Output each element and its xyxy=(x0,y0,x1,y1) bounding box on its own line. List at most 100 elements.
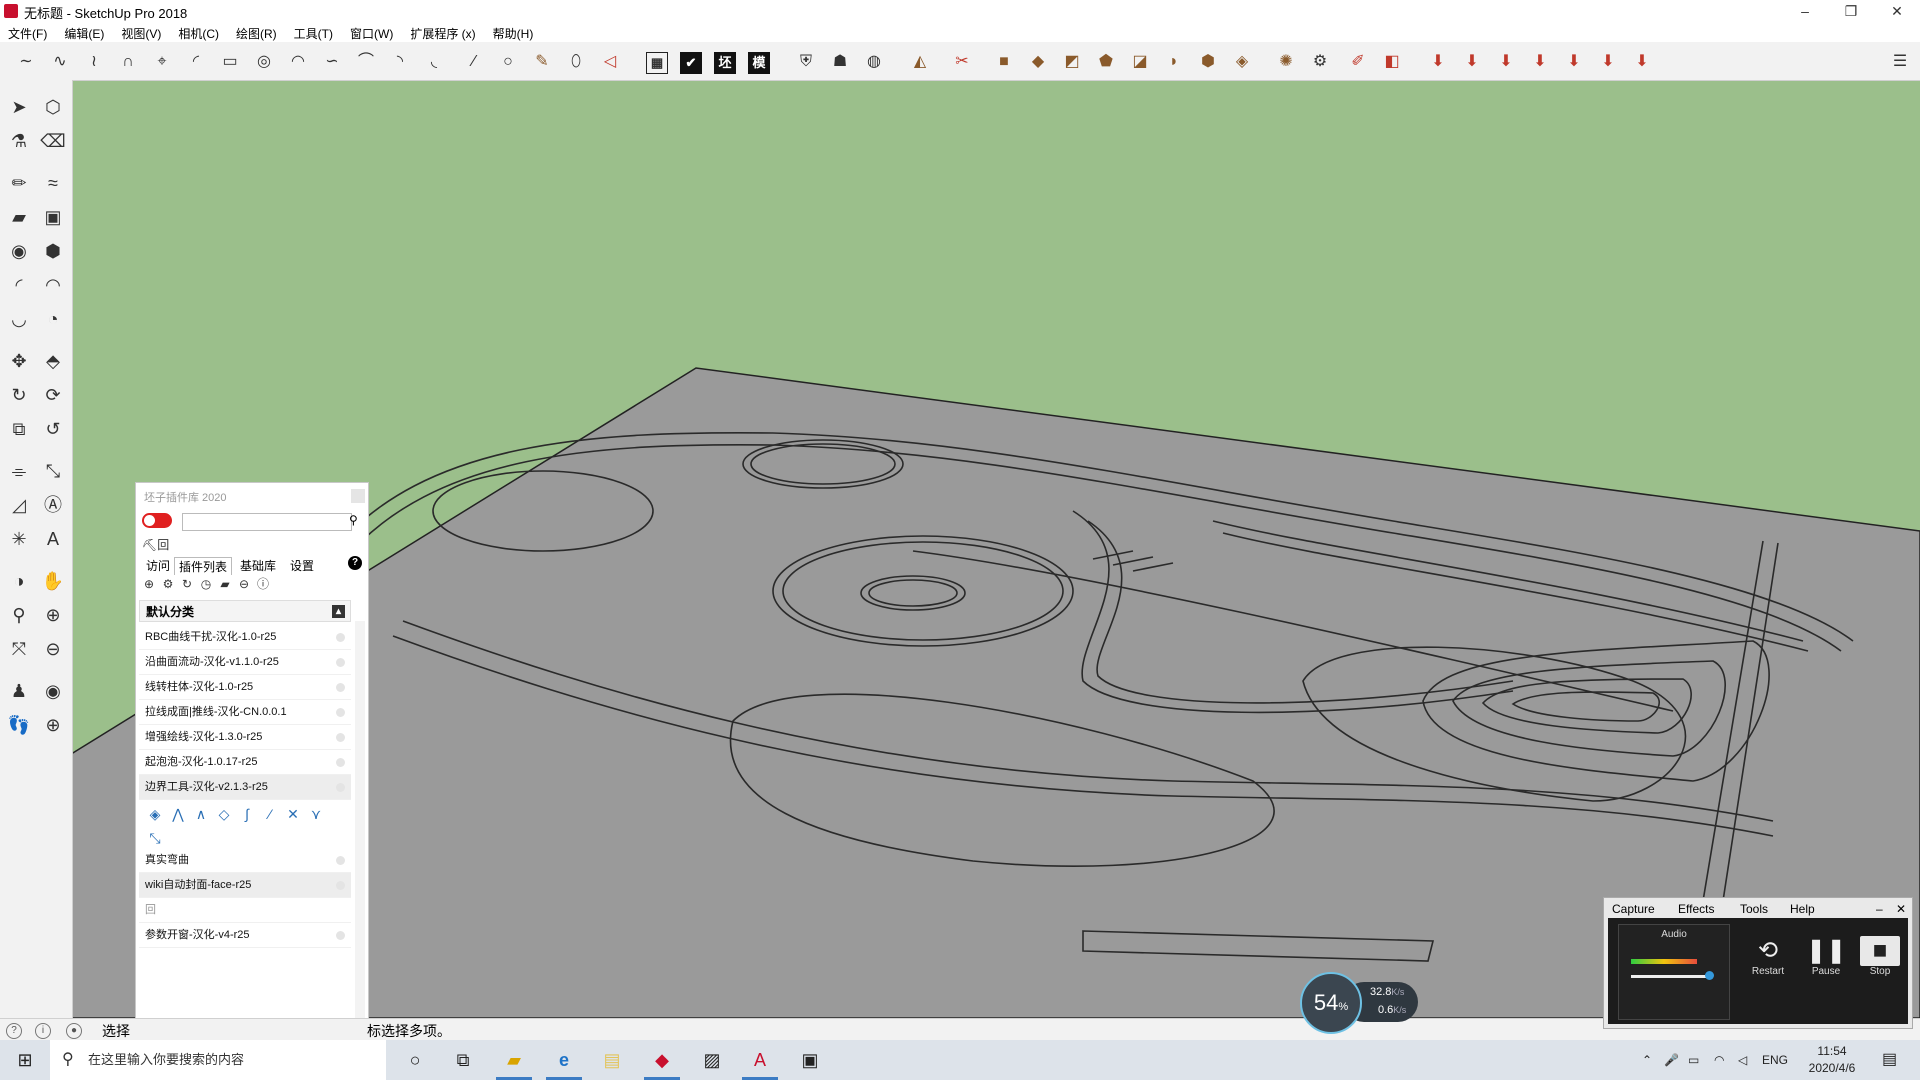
category-header[interactable]: 默认分类 ▴ xyxy=(139,600,351,622)
section-2-icon[interactable]: ⬇ xyxy=(1460,50,1484,74)
list-item[interactable]: RBC曲线干扰-汉化-1.0-r25 xyxy=(139,625,351,650)
file-explorer-icon[interactable]: ▰ xyxy=(496,1046,532,1074)
gear-icon[interactable]: ⚙ xyxy=(160,576,176,592)
two-point-arc-icon[interactable]: ◠ xyxy=(40,272,66,298)
menu-view[interactable]: 视图(V) xyxy=(113,22,170,42)
panel-close-button[interactable] xyxy=(351,489,365,503)
boundary-tool-4-icon[interactable]: ◇ xyxy=(214,804,234,824)
info-icon[interactable]: i xyxy=(35,1023,51,1039)
clock-icon[interactable]: ◷ xyxy=(198,576,214,592)
circle-tool-icon[interactable]: ◉ xyxy=(6,238,32,264)
position-camera-icon[interactable]: ♟ xyxy=(6,678,32,704)
pan-hand-icon[interactable]: ✋ xyxy=(40,568,66,594)
boundary-tool-2-icon[interactable]: ⋀ xyxy=(168,804,188,824)
lock-icon[interactable]: ☗ xyxy=(828,50,852,74)
geo-location-icon[interactable]: ? xyxy=(6,1023,22,1039)
task-view-icon[interactable]: ⧉ xyxy=(448,1046,478,1074)
mode-button-pi[interactable]: 坯 xyxy=(714,52,736,74)
table-icon[interactable]: ▦ xyxy=(646,52,668,74)
list-item[interactable]: 沿曲面流动-汉化-v1.1.0-r25 xyxy=(139,650,351,675)
face-tool-3-icon[interactable]: ◩ xyxy=(1060,50,1084,74)
list-item[interactable]: 拉线成面|推线-汉化-CN.0.0.1 xyxy=(139,700,351,725)
pencil-icon[interactable]: ✏ xyxy=(6,170,32,196)
line-icon[interactable]: ⁄ xyxy=(462,50,486,74)
toolbar-overflow-icon[interactable]: ☰ xyxy=(1888,50,1912,74)
axis-icon[interactable]: ⌖ xyxy=(150,50,174,74)
face-tool-7-icon[interactable]: ⬢ xyxy=(1196,50,1220,74)
face-tool-5-icon[interactable]: ◪ xyxy=(1128,50,1152,74)
tab-visit[interactable]: 访问 xyxy=(142,557,174,574)
menu-tools[interactable]: Tools xyxy=(1740,902,1768,916)
menu-capture[interactable]: Capture xyxy=(1612,902,1655,916)
list-item[interactable]: 回 xyxy=(139,898,351,923)
menu-extensions[interactable]: 扩展程序 (x) xyxy=(402,22,484,42)
nurbs-icon[interactable]: ∩ xyxy=(116,50,140,74)
boundary-tool-6-icon[interactable]: ⁄ xyxy=(260,804,280,824)
ellipse-icon[interactable]: ⬯ xyxy=(564,50,588,74)
select-arrow-icon[interactable]: ➤ xyxy=(6,94,32,120)
volume-slider-knob[interactable] xyxy=(1705,971,1714,980)
arc3-icon[interactable]: ◟ xyxy=(422,50,446,74)
paint-icon[interactable]: ✐ xyxy=(1346,50,1370,74)
boundary-tool-8-icon[interactable]: ⋎ xyxy=(306,804,326,824)
plugin-search-input[interactable] xyxy=(182,513,352,531)
list-item[interactable]: 边界工具-汉化-v2.1.3-r25 xyxy=(139,775,351,800)
restore-button[interactable]: ❐ xyxy=(1828,0,1874,22)
section-6-icon[interactable]: ⬇ xyxy=(1596,50,1620,74)
collapse-icon[interactable]: ▴ xyxy=(332,605,345,618)
photos-icon[interactable]: ▨ xyxy=(694,1046,730,1074)
minus-circle-icon[interactable]: ⊖ xyxy=(236,576,252,592)
edge-browser-icon[interactable]: e xyxy=(546,1046,582,1074)
offset-icon[interactable]: ↺ xyxy=(40,416,66,442)
section-plane-icon[interactable]: ⊕ xyxy=(40,712,66,738)
cut-icon[interactable]: ✂ xyxy=(950,50,974,74)
boundary-tool-9-icon[interactable]: ⤡ xyxy=(145,828,165,848)
face-tool-1-icon[interactable]: ■ xyxy=(992,50,1016,74)
taskbar-clock[interactable]: 11:54 2020/4/6 xyxy=(1792,1043,1872,1077)
taskbar-search-box[interactable]: ⚲ 在这里输入你要搜索的内容 xyxy=(50,1040,386,1080)
folder-icon[interactable]: ▰ xyxy=(217,576,233,592)
face-tool-6-icon[interactable]: ◗ xyxy=(1162,50,1186,74)
look-around-icon[interactable]: ◉ xyxy=(40,678,66,704)
three-point-arc-icon[interactable]: ◡ xyxy=(6,306,32,332)
eraser-icon[interactable]: ⌫ xyxy=(40,128,66,154)
eraser-face-icon[interactable]: ◧ xyxy=(1380,50,1404,74)
arc-icon[interactable]: ◜ xyxy=(184,50,208,74)
menu-edit[interactable]: 编辑(E) xyxy=(56,22,113,42)
bezier-curve-icon[interactable]: ∼ xyxy=(14,50,38,74)
arc2-icon[interactable]: ◠ xyxy=(286,50,310,74)
hull-icon[interactable]: ◭ xyxy=(908,50,932,74)
section-1-icon[interactable]: ⬇ xyxy=(1426,50,1450,74)
polygon-icon[interactable]: ⬢ xyxy=(40,238,66,264)
curve2-icon[interactable]: ◝ xyxy=(388,50,412,74)
spiral-icon[interactable]: ◎ xyxy=(252,50,276,74)
menu-window[interactable]: 窗口(W) xyxy=(342,22,402,42)
boundary-tool-3-icon[interactable]: ∧ xyxy=(191,804,211,824)
mode-button-mo[interactable]: 模 xyxy=(748,52,770,74)
menu-effects[interactable]: Effects xyxy=(1678,902,1714,916)
dimension-icon[interactable]: ⤡ xyxy=(40,458,66,484)
folder-icon[interactable]: ▤ xyxy=(594,1046,630,1074)
previous-view-icon[interactable]: ⊖ xyxy=(40,636,66,662)
input-language[interactable]: ENG xyxy=(1762,1040,1788,1080)
orbit-icon[interactable]: ◑ xyxy=(6,568,32,594)
zoom-icon[interactable]: ⚲ xyxy=(6,602,32,628)
scale-icon[interactable]: ⧉ xyxy=(6,416,32,442)
help-icon[interactable]: ? xyxy=(348,556,362,570)
boundary-tool-7-icon[interactable]: ✕ xyxy=(283,804,303,824)
spline-icon[interactable]: ∿ xyxy=(48,50,72,74)
check-icon[interactable]: ✔ xyxy=(680,52,702,74)
list-item[interactable]: wiki自动封面-face-r25 xyxy=(139,873,351,898)
shield-icon[interactable]: ⛨ xyxy=(794,50,818,74)
autocad-icon[interactable]: A xyxy=(742,1046,778,1074)
tab-plugin-list[interactable]: 插件列表 xyxy=(174,557,233,575)
list-item[interactable]: 增强绘线-汉化-1.3.0-r25 xyxy=(139,725,351,750)
capture-minimize-icon[interactable]: – xyxy=(1876,902,1883,916)
add-icon[interactable]: ⊕ xyxy=(141,576,157,592)
plugin-toggle[interactable] xyxy=(142,513,172,528)
follow-me-icon[interactable]: ⟳ xyxy=(40,382,66,408)
stop-button[interactable]: ■ Stop xyxy=(1860,936,1900,977)
rectangle-icon[interactable]: ▭ xyxy=(218,50,242,74)
list-item[interactable]: 参数开窗-汉化-v4-r25 xyxy=(139,923,351,948)
info-circle-icon[interactable]: ⓘ xyxy=(255,576,271,592)
